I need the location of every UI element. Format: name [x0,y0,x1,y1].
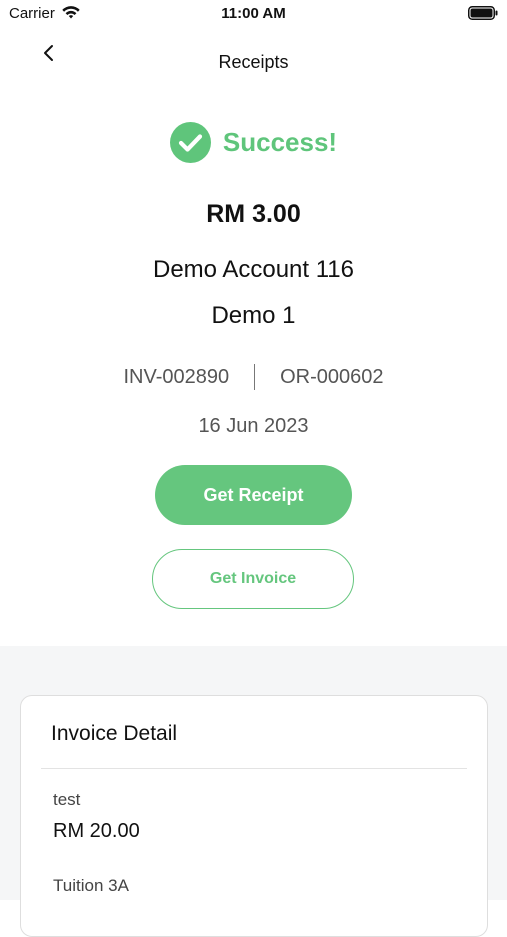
battery-icon [468,6,498,20]
reference-numbers: INV-002890 OR-000602 [0,363,507,391]
clock: 11:00 AM [221,5,286,22]
divider [41,768,467,769]
invoice-detail-title: Invoice Detail [51,722,178,745]
success-text: Success! [222,126,338,157]
invoice-item-name: Tuition 3A [53,876,129,895]
receipt-number: OR-000602 [280,365,384,388]
get-receipt-button[interactable]: Get Receipt [155,465,352,525]
get-invoice-button[interactable]: Get Invoice [152,549,354,609]
invoice-item-amount: RM 20.00 [53,820,140,842]
payment-date: 16 Jun 2023 [198,415,309,437]
reference-divider [254,364,256,390]
invoice-number: INV-002890 [123,365,230,388]
student-name: Demo 1 [211,302,296,329]
payment-amount: RM 3.00 [206,200,301,228]
account-name: Demo Account 116 [152,256,354,283]
success-header: Success! [0,120,507,164]
status-bar: Carrier 11:00 AM [0,0,507,28]
invoice-detail-card: Invoice Detail test RM 20.00 Tuition 3A [20,695,488,937]
navigation-bar: Receipts [0,28,507,86]
check-circle-icon [169,121,211,163]
invoice-item-name: test [53,790,81,809]
page-title: Receipts [218,52,289,72]
